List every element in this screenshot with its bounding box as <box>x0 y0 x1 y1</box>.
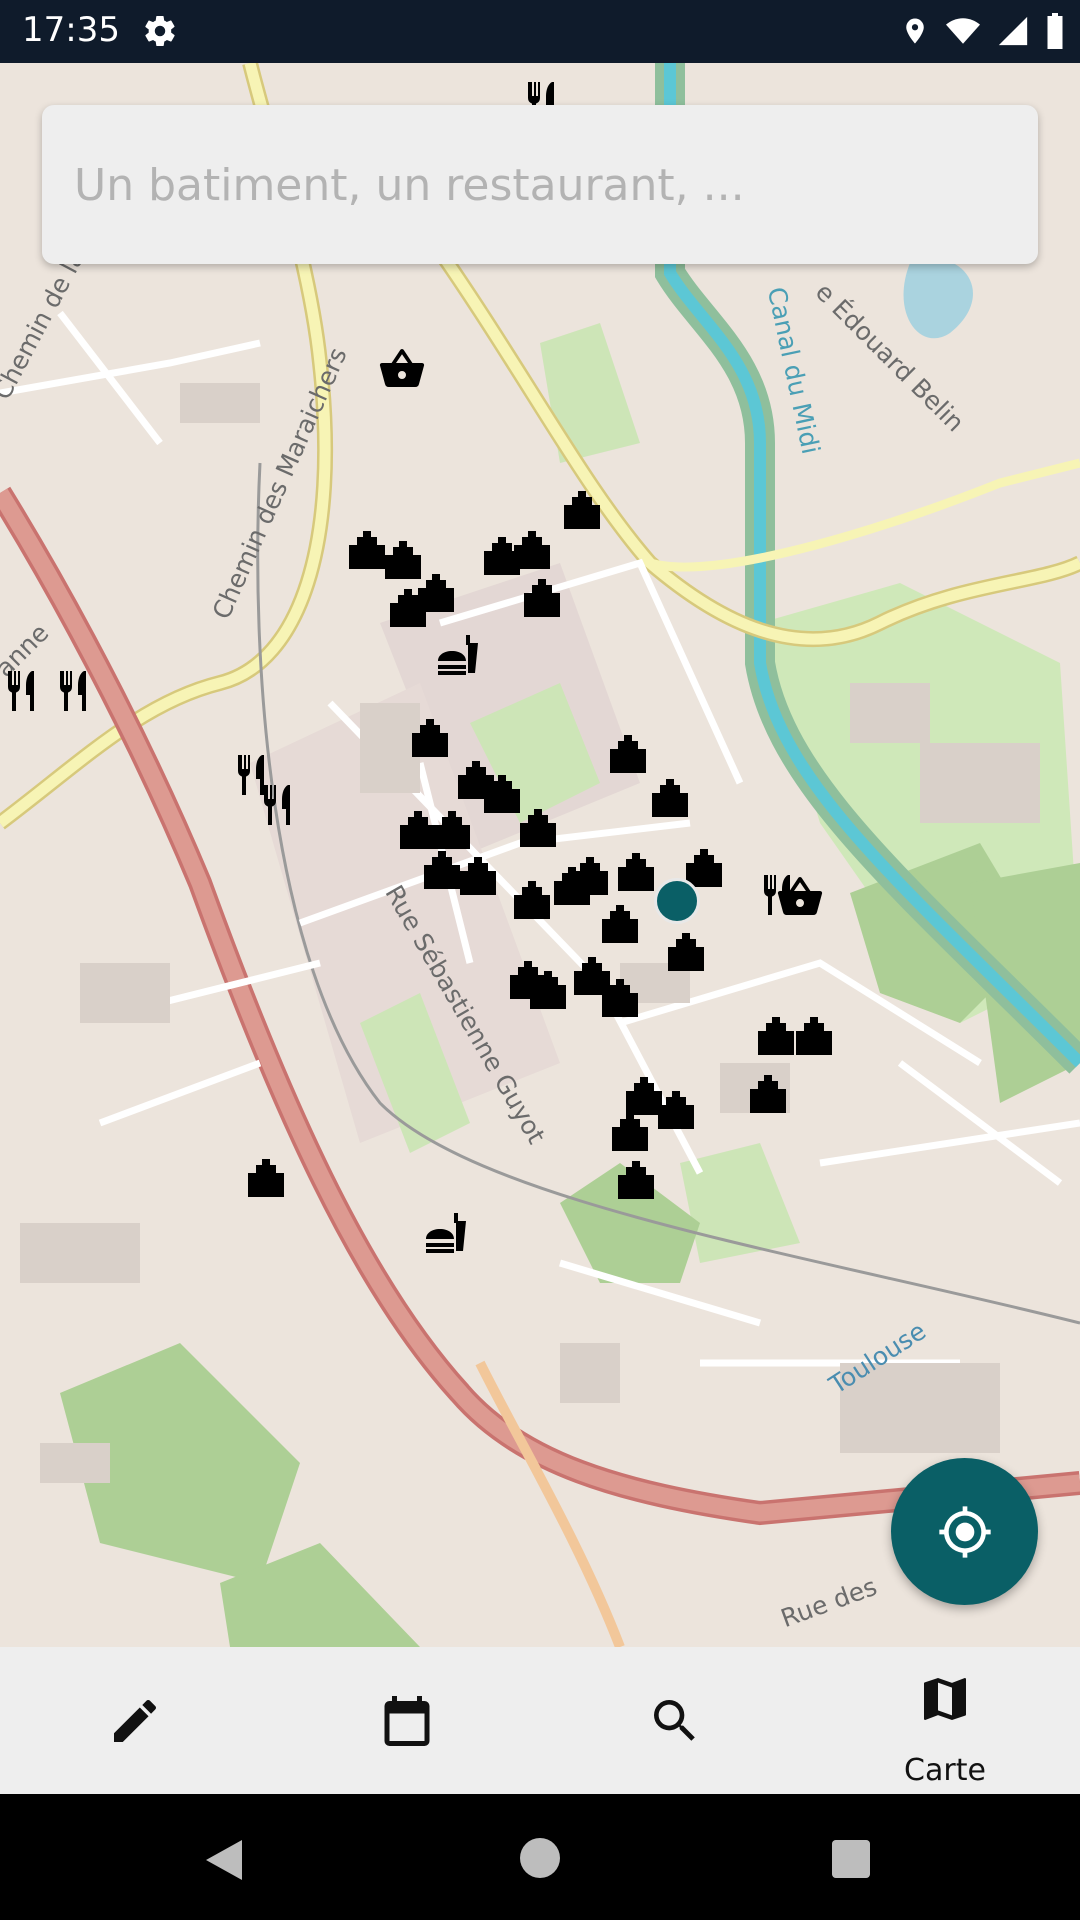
gps-fixed-icon <box>939 1506 991 1558</box>
signal-icon <box>998 16 1028 46</box>
nav-item-edit[interactable] <box>45 1647 225 1794</box>
building-icon[interactable] <box>508 525 556 573</box>
location-icon <box>906 18 924 44</box>
building-icon[interactable] <box>596 899 644 947</box>
nav-item-search[interactable] <box>585 1647 765 1794</box>
building-icon[interactable] <box>612 1155 660 1203</box>
restaurant-icon[interactable] <box>256 781 304 829</box>
restaurant-icon[interactable] <box>0 667 48 715</box>
building-icon[interactable] <box>566 851 614 899</box>
building-icon[interactable] <box>606 1107 654 1155</box>
calendar-icon <box>384 1696 430 1746</box>
map-base <box>0 63 1080 1647</box>
building-icon[interactable] <box>646 773 694 821</box>
search-input[interactable] <box>72 105 1006 266</box>
nav-item-calendar[interactable] <box>315 1647 495 1794</box>
user-location-dot <box>654 878 700 924</box>
gear-icon <box>145 16 175 47</box>
shop-basket-icon[interactable] <box>776 873 824 921</box>
building-icon[interactable] <box>406 713 454 761</box>
building-icon[interactable] <box>612 847 660 895</box>
nav-item-label: Carte <box>904 1753 986 1788</box>
building-icon[interactable] <box>662 927 710 975</box>
search-icon <box>654 1700 695 1741</box>
battery-icon <box>1047 13 1063 49</box>
search-bar <box>42 105 1038 266</box>
wifi-icon <box>946 18 980 44</box>
building-icon[interactable] <box>242 1153 290 1201</box>
status-bar: 17:35 <box>0 0 1080 63</box>
map-view[interactable]: Chemin de la Chemin des Maraichers Canal… <box>0 63 1080 1647</box>
fastfood-icon[interactable] <box>422 1211 470 1259</box>
recents-icon[interactable] <box>832 1840 870 1878</box>
status-time: 17:35 <box>22 10 120 50</box>
building-icon[interactable] <box>652 1085 700 1133</box>
pencil-icon <box>114 1699 157 1742</box>
building-icon[interactable] <box>454 851 502 899</box>
building-icon[interactable] <box>596 973 644 1021</box>
bottom-navigation: Carte <box>0 1647 1080 1794</box>
building-icon[interactable] <box>518 573 566 621</box>
locate-me-button[interactable] <box>891 1458 1038 1605</box>
system-navigation-bar <box>0 1794 1080 1920</box>
building-icon[interactable] <box>514 803 562 851</box>
shop-basket-icon[interactable] <box>378 345 426 393</box>
building-icon[interactable] <box>558 485 606 533</box>
building-icon[interactable] <box>604 729 652 777</box>
map-icon <box>924 1678 966 1720</box>
fastfood-icon[interactable] <box>434 633 482 681</box>
nav-item-map[interactable]: Carte <box>855 1647 1035 1794</box>
building-icon[interactable] <box>412 568 460 616</box>
back-icon[interactable] <box>202 1836 246 1884</box>
home-icon[interactable] <box>520 1838 560 1878</box>
building-icon[interactable] <box>790 1011 838 1059</box>
building-icon[interactable] <box>744 1069 792 1117</box>
status-icons <box>900 12 1066 50</box>
restaurant-icon[interactable] <box>52 667 100 715</box>
building-icon[interactable] <box>524 965 572 1013</box>
